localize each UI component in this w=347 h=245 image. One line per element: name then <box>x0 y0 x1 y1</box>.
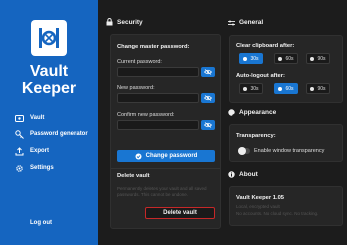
general-section-title: General <box>228 19 263 26</box>
sidebar-item-vault[interactable]: Vault <box>15 112 44 124</box>
divider <box>111 168 220 169</box>
delete-vault-description: Permanently deletes your vault and all s… <box>117 186 207 197</box>
about-line-2: No accounts. No cloud sync. No tracking. <box>236 211 319 216</box>
about-line-1: Local, encrypted vault <box>236 204 280 209</box>
appearance-panel: Transparency: Enable window transparency <box>229 124 343 162</box>
radio-dot-icon <box>243 56 248 61</box>
change-password-label: Change password <box>145 153 198 159</box>
general-panel: Clear clipboard after: 30s 60s 90s Auto-… <box>229 35 343 103</box>
logout-button[interactable]: Log out <box>30 217 52 229</box>
security-section-title: Security <box>106 18 143 26</box>
confirm-password-input[interactable] <box>117 120 199 130</box>
eye-off-icon <box>204 122 212 128</box>
change-password-heading: Change master password: <box>117 44 190 50</box>
about-title-text: About <box>239 171 258 178</box>
radio-dot-icon <box>310 56 315 61</box>
clear-clipboard-option-30s[interactable]: 30s <box>239 53 263 64</box>
settings-main: Security Change master password: Current… <box>98 0 347 245</box>
transparency-toggle[interactable]: Enable window transparency <box>238 147 325 155</box>
new-password-label: New password: <box>117 85 155 91</box>
security-title-text: Security <box>117 18 143 26</box>
delete-vault-button[interactable]: Delete vault <box>145 207 215 219</box>
appearance-title-text: Appearance <box>239 109 277 116</box>
option-label: 90s <box>317 85 326 92</box>
sidebar-item-label: Settings <box>30 165 54 171</box>
about-section-title: About <box>228 171 258 178</box>
option-label: 60s <box>285 55 294 62</box>
confirm-password-label: Confirm new password: <box>117 112 175 118</box>
option-label: 90s <box>317 55 326 62</box>
option-label: 60s <box>285 85 294 92</box>
radio-dot-icon <box>310 86 315 91</box>
toggle-switch[interactable] <box>238 147 250 155</box>
lock-icon <box>106 18 113 26</box>
change-icon <box>135 153 142 159</box>
gear-icon <box>16 164 23 172</box>
sidebar-item-export[interactable]: Export <box>15 145 49 157</box>
new-password-input[interactable] <box>117 93 199 103</box>
eye-off-icon <box>204 69 212 75</box>
auto-logout-option-90s[interactable]: 90s <box>306 83 330 94</box>
sidebar-item-password-generator[interactable]: Password generator <box>15 128 88 140</box>
delete-vault-heading: Delete vault <box>117 173 150 179</box>
general-title-text: General <box>239 19 264 26</box>
toggle-knob <box>238 147 246 155</box>
radio-dot-icon <box>278 56 283 61</box>
change-password-button[interactable]: Change password <box>117 150 215 162</box>
app-title-line2: Keeper <box>21 80 77 97</box>
option-label: 30s <box>250 55 259 62</box>
export-icon <box>15 146 24 155</box>
auto-logout-option-30s[interactable]: 30s <box>239 83 263 94</box>
clear-clipboard-option-90s[interactable]: 90s <box>306 53 330 64</box>
current-password-label: Current password: <box>117 59 162 65</box>
clear-clipboard-option-60s[interactable]: 60s <box>274 53 298 64</box>
security-panel: Change master password: Current password… <box>110 34 221 229</box>
current-password-input[interactable] <box>117 67 199 77</box>
about-panel: Vault Keeper 1.05 Local, encrypted vault… <box>229 186 343 226</box>
auto-logout-option-60s[interactable]: 60s <box>274 83 298 94</box>
toggle-visibility-new-button[interactable] <box>201 93 215 103</box>
vault-icon <box>15 114 24 122</box>
sidebar-item-label: Password generator <box>30 131 88 137</box>
vault-logo-icon <box>31 20 67 56</box>
sidebar-item-settings[interactable]: Settings <box>15 162 54 174</box>
clear-clipboard-label: Clear clipboard after: <box>236 43 295 49</box>
sidebar-item-label: Export <box>30 148 50 154</box>
sidebar-item-label: Vault <box>30 115 45 121</box>
app-version: Vault Keeper 1.05 <box>236 195 285 201</box>
toggle-visibility-confirm-button[interactable] <box>201 120 215 130</box>
appearance-section-title: Appearance <box>228 109 276 116</box>
toggle-visibility-current-button[interactable] <box>201 67 215 77</box>
option-label: 30s <box>250 85 259 92</box>
auto-logout-label: Auto-logout after: <box>236 73 285 79</box>
eye-off-icon <box>204 95 212 101</box>
radio-dot-icon <box>278 86 283 91</box>
radio-dot-icon <box>243 86 248 91</box>
palette-icon <box>228 109 235 116</box>
sidebar: Vault Keeper Vault Password generator Ex… <box>0 0 98 245</box>
transparency-toggle-label: Enable window transparency <box>254 148 325 154</box>
app-title-line1: Vault <box>29 63 69 80</box>
transparency-label: Transparency: <box>236 133 276 139</box>
info-icon <box>228 171 235 178</box>
key-icon <box>15 129 24 139</box>
sliders-icon <box>228 20 235 25</box>
